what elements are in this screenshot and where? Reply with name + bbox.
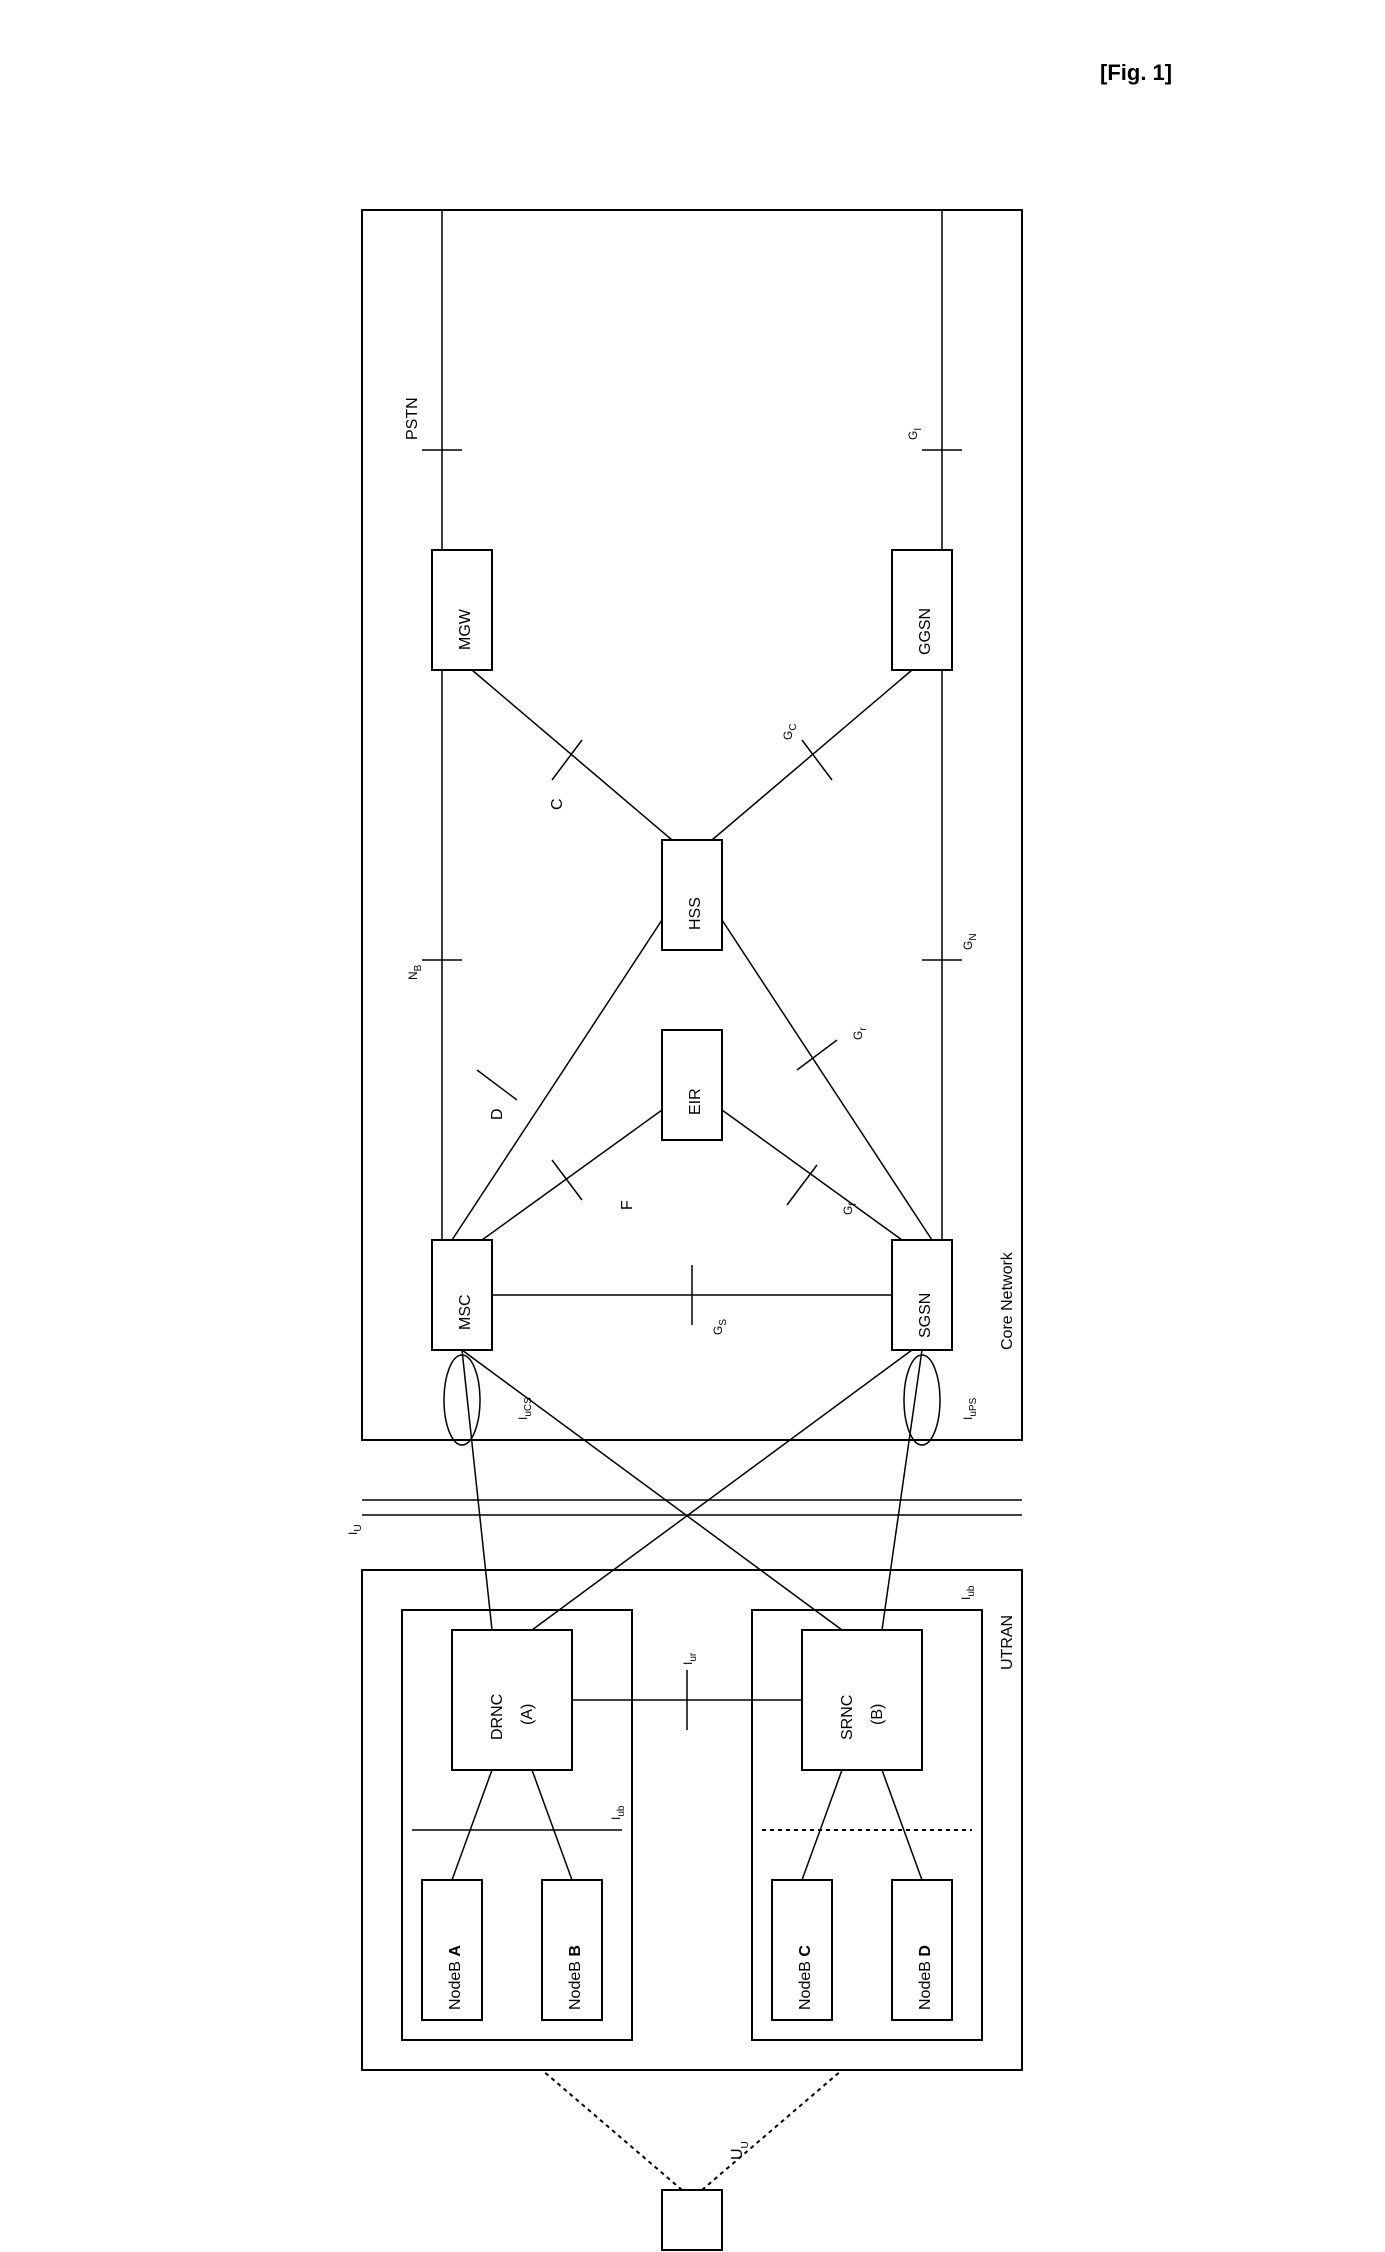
iub-a1-link	[452, 1770, 492, 1880]
d-link	[452, 920, 662, 1240]
gf-link	[722, 1110, 902, 1240]
srnc-sgsn-link	[882, 1350, 922, 1630]
sgsn-label: SGSN	[917, 1293, 934, 1338]
mgw-label: MGW	[457, 608, 474, 650]
iucs-ellipse	[444, 1355, 480, 1445]
nodeb-d-label: NodeB D	[917, 1945, 934, 2010]
iups-ellipse	[904, 1355, 940, 1445]
gr-label: Gr	[851, 1027, 869, 1040]
srnc-box	[802, 1630, 922, 1770]
iub-b1-link	[802, 1770, 842, 1880]
iucs-label: IuCS	[516, 1397, 534, 1420]
drnc-sub: (A)	[519, 1704, 536, 1725]
iur-label: Iur	[681, 1652, 699, 1665]
msc-label: MSC	[457, 1294, 474, 1330]
d-cross	[477, 1070, 517, 1100]
core-network-box	[362, 210, 1022, 1440]
f-label: F	[619, 1200, 636, 1210]
uu-link-2	[702, 2070, 842, 2190]
iub-b-label: Iub	[959, 1585, 977, 1600]
gc-link	[712, 670, 912, 840]
f-cross	[552, 1160, 582, 1200]
c-label: C	[549, 798, 566, 810]
uu-label: UU	[729, 2141, 751, 2160]
drnc-sgsn-link	[532, 1350, 912, 1630]
pstn-label: PSTN	[404, 397, 421, 440]
iups-label: IuPS	[961, 1397, 979, 1420]
gr-link	[722, 920, 932, 1240]
iu-label: IU	[346, 1524, 364, 1535]
f-link	[482, 1110, 662, 1240]
nodeb-a-label: NodeB A	[447, 1945, 464, 2010]
ggsn-label: GGSN	[917, 608, 934, 655]
core-network-label: Core Network	[999, 1251, 1016, 1350]
gn-label: GN	[961, 933, 979, 950]
ue-box	[662, 2190, 722, 2250]
iub-b2-link	[882, 1770, 922, 1880]
drnc-box	[452, 1630, 572, 1770]
gs-label: GS	[711, 1319, 729, 1335]
rns-a-box	[402, 1610, 632, 2040]
nb-label: NB	[406, 964, 424, 980]
nodeb-b-label: NodeB B	[567, 1945, 584, 2010]
d-label: D	[489, 1108, 506, 1120]
drnc-msc-link	[462, 1350, 492, 1630]
gf-label: Gf	[841, 1203, 859, 1215]
rns-b-box	[752, 1610, 982, 2040]
eir-label: EIR	[687, 1088, 704, 1115]
figure-label: [Fig. 1]	[1100, 60, 1172, 85]
hss-label: HSS	[687, 897, 704, 930]
hss-box	[662, 840, 722, 950]
srnc-label: SRNC	[839, 1695, 856, 1740]
gc-label: GC	[781, 723, 799, 740]
srnc-msc-link	[462, 1350, 842, 1630]
drnc-label: DRNC	[489, 1694, 506, 1740]
gf-cross	[787, 1165, 817, 1205]
c-link	[472, 670, 672, 840]
gi-label: GI	[906, 428, 924, 440]
uu-link-1	[542, 2070, 682, 2190]
srnc-sub: (B)	[869, 1704, 886, 1725]
eir-box	[662, 1030, 722, 1140]
iub-a-label: Iub	[609, 1805, 627, 1820]
utran-label: UTRAN	[999, 1615, 1016, 1670]
iub-a2-link	[532, 1770, 572, 1880]
nodeb-c-label: NodeB C	[797, 1945, 814, 2010]
